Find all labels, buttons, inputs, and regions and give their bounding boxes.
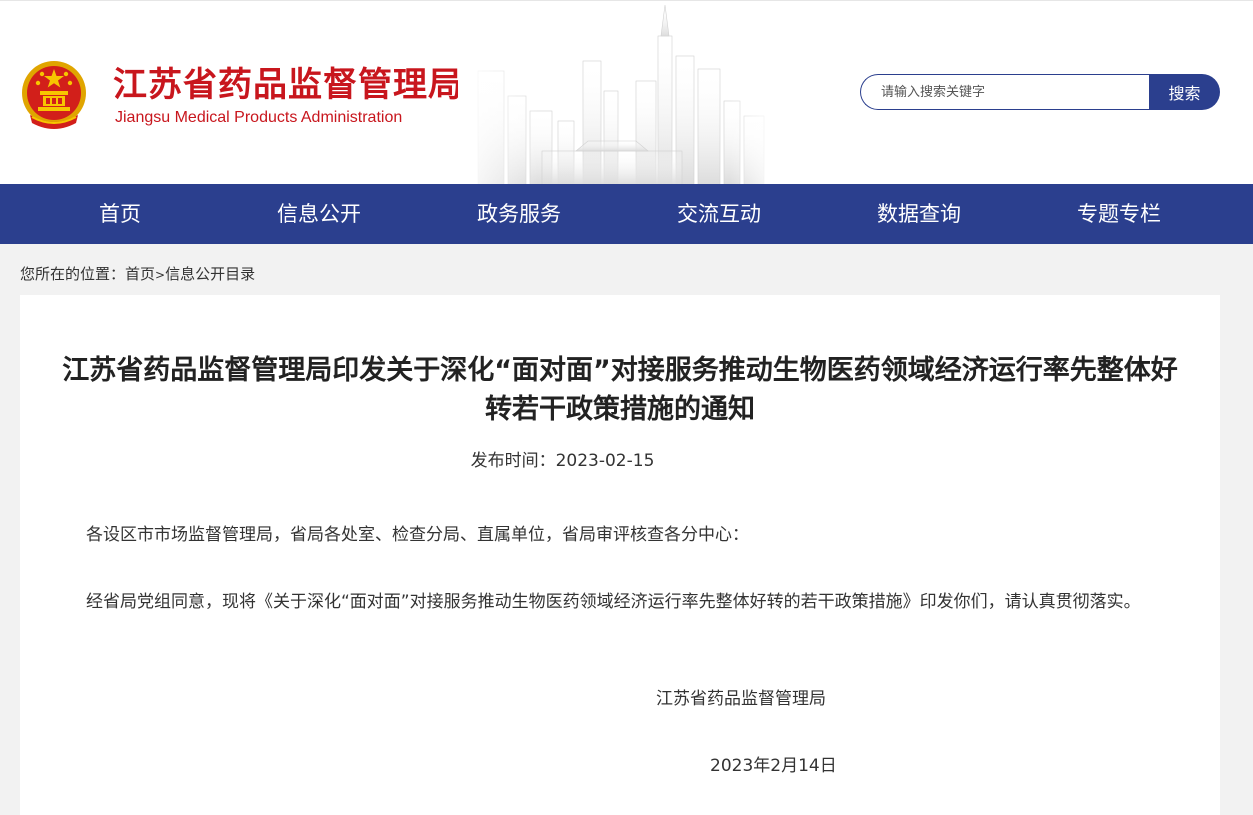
national-emblem-icon xyxy=(22,61,86,129)
nav-item-special-topics[interactable]: 专题专栏 xyxy=(1019,184,1219,244)
nav-item-interaction[interactable]: 交流互动 xyxy=(619,184,819,244)
article-paragraph: 经省局党组同意，现将《关于深化“面对面”对接服务推动生物医药领域经济运行率先整体… xyxy=(86,592,1141,612)
city-skyline-illustration xyxy=(458,1,778,185)
search-button[interactable]: 搜索 xyxy=(1149,74,1220,110)
nav-item-gov-services[interactable]: 政务服务 xyxy=(419,184,619,244)
breadcrumb-home-link[interactable]: 首页 xyxy=(125,265,155,283)
main-nav: 首页 信息公开 政务服务 交流互动 数据查询 专题专栏 xyxy=(0,184,1253,244)
search-input[interactable] xyxy=(879,83,1133,101)
nav-item-data-query[interactable]: 数据查询 xyxy=(819,184,1019,244)
signature-organization: 江苏省药品监督管理局 xyxy=(656,689,826,709)
article-title: 江苏省药品监督管理局印发关于深化“面对面”对接服务推动生物医药领域经济运行率先整… xyxy=(62,355,1178,425)
publish-date: 发布时间：2023-02-15 xyxy=(20,450,1105,472)
site-subtitle-en: Jiangsu Medical Products Administration xyxy=(115,109,403,126)
breadcrumb: 您所在的位置：首页>信息公开目录 xyxy=(20,264,255,285)
article-container: 江苏省药品监督管理局印发关于深化“面对面”对接服务推动生物医药领域经济运行率先整… xyxy=(20,295,1220,815)
nav-item-home[interactable]: 首页 xyxy=(20,184,220,244)
nav-item-info-disclosure[interactable]: 信息公开 xyxy=(219,184,419,244)
search-box xyxy=(860,74,1150,110)
site-title[interactable]: 江苏省药品监督管理局 xyxy=(113,65,463,105)
breadcrumb-prefix: 您所在的位置： xyxy=(20,265,126,283)
publish-date-label: 发布时间： xyxy=(470,451,556,471)
site-header: 江苏省药品监督管理局 Jiangsu Medical Products Admi… xyxy=(0,0,1253,185)
publish-date-value: 2023-02-15 xyxy=(555,451,655,471)
article-paragraph: 各设区市市场监督管理局，省局各处室、检查分局、直属单位，省局审评核查各分中心： xyxy=(86,525,749,545)
signature-date: 2023年2月14日 xyxy=(710,756,837,776)
breadcrumb-current-link[interactable]: 信息公开目录 xyxy=(165,265,255,283)
breadcrumb-separator: > xyxy=(155,268,166,282)
